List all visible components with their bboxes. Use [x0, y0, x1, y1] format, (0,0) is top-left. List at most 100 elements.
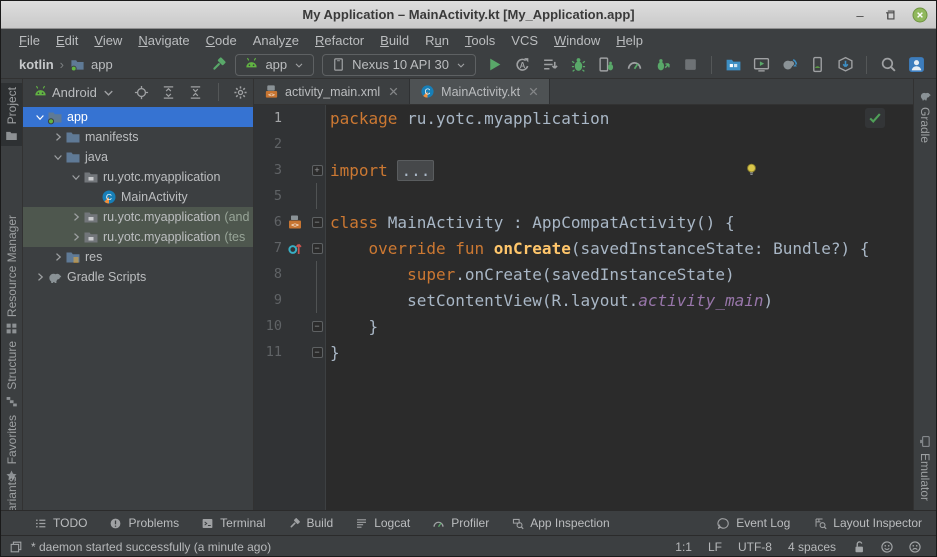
chevron-down-icon[interactable]	[101, 85, 116, 100]
sad-face-icon[interactable]	[908, 540, 922, 554]
apply-changes-button[interactable]	[540, 55, 560, 75]
play-button[interactable]	[484, 55, 504, 75]
tree-toggle-icon[interactable]	[69, 170, 83, 184]
fold-marker-icon[interactable]: +	[312, 165, 323, 176]
code-text[interactable]: class MainActivity : AppCompatActivity()…	[326, 213, 735, 232]
code-text[interactable]: package ru.yotc.myapplication	[326, 109, 609, 128]
stop-button[interactable]	[680, 55, 700, 75]
menu-item-code[interactable]: Code	[198, 33, 245, 48]
menu-item-vcs[interactable]: VCS	[503, 33, 546, 48]
tool-window-button-layout-inspector[interactable]: Layout Inspector	[814, 516, 922, 530]
line-separator[interactable]: LF	[708, 540, 722, 554]
project-view-selector[interactable]: Android	[52, 85, 97, 100]
tool-window-button-terminal[interactable]: Terminal	[201, 516, 265, 530]
indent-setting[interactable]: 4 spaces	[788, 540, 836, 554]
minimize-button[interactable]: –	[852, 7, 868, 23]
tree-item-java[interactable]: java	[23, 147, 253, 167]
tree-item-manifests[interactable]: manifests	[23, 127, 253, 147]
tree-item-gradle-scripts[interactable]: Gradle Scripts	[23, 267, 253, 287]
collapse-all-button[interactable]	[188, 84, 204, 100]
tree-toggle-icon[interactable]	[69, 230, 83, 244]
menu-item-edit[interactable]: Edit	[48, 33, 86, 48]
override-icon[interactable]	[287, 240, 303, 256]
stripe-item-gradle[interactable]: Gradle	[914, 85, 936, 147]
close-tab-icon[interactable]	[386, 84, 401, 99]
tree-item-mainactivity[interactable]: CMainActivity	[23, 187, 253, 207]
profiler-button[interactable]	[624, 55, 644, 75]
smiley-face-icon[interactable]	[880, 540, 894, 554]
running-devices-button[interactable]	[751, 55, 771, 75]
intention-bulb-icon[interactable]	[744, 162, 759, 177]
tree-item-res[interactable]: res	[23, 247, 253, 267]
profile-avatar-button[interactable]	[906, 55, 926, 75]
tool-window-button-build[interactable]: Build	[288, 516, 334, 530]
gradle-sync-button[interactable]	[779, 55, 799, 75]
maximize-button[interactable]	[882, 7, 898, 23]
lock-open-icon[interactable]	[852, 540, 866, 554]
stripe-item-project[interactable]: Project	[1, 83, 22, 146]
tool-window-button-event-log[interactable]: Event Log	[717, 516, 790, 530]
menu-item-run[interactable]: Run	[417, 33, 457, 48]
attach-debugger-button[interactable]	[596, 55, 616, 75]
caret-position[interactable]: 1:1	[675, 540, 692, 554]
inspection-status[interactable]	[865, 108, 885, 128]
expand-all-button[interactable]	[161, 84, 177, 100]
tool-window-button-problems[interactable]: Problems	[109, 516, 179, 530]
menu-item-help[interactable]: Help	[608, 33, 651, 48]
menu-item-tools[interactable]: Tools	[457, 33, 503, 48]
tree-item-app[interactable]: app	[23, 107, 253, 127]
close-circle-icon[interactable]	[912, 7, 928, 23]
menu-item-window[interactable]: Window	[546, 33, 608, 48]
debug-restart-button[interactable]	[652, 55, 672, 75]
tree-item-ru-yotc-myapplication[interactable]: ru.yotc.myapplication	[23, 167, 253, 187]
menu-item-view[interactable]: View	[86, 33, 130, 48]
code-text[interactable]: super.onCreate(savedInstanceState)	[326, 265, 735, 284]
sdk-manager-button[interactable]	[835, 55, 855, 75]
close-tab-icon[interactable]	[526, 84, 541, 99]
rerun-button[interactable]: A	[512, 55, 532, 75]
tool-window-button-app-inspection[interactable]: App Inspection	[511, 516, 609, 530]
breadcrumb-target[interactable]: app	[91, 57, 113, 72]
fold-marker-icon[interactable]: −	[312, 217, 323, 228]
fold-marker-icon[interactable]: −	[312, 321, 323, 332]
tree-toggle-icon[interactable]	[33, 270, 47, 284]
search-everywhere-button[interactable]	[878, 55, 898, 75]
locate-button[interactable]	[134, 84, 150, 100]
code-text[interactable]: setContentView(R.layout.activity_main)	[326, 291, 773, 310]
tree-item-ru-yotc-myapplication[interactable]: ru.yotc.myapplication(and	[23, 207, 253, 227]
tool-window-button-todo[interactable]: TODO	[34, 516, 87, 530]
tree-toggle-icon[interactable]	[33, 110, 47, 124]
tool-window-button-logcat[interactable]: Logcat	[355, 516, 410, 530]
menu-item-analyze[interactable]: Analyze	[245, 33, 307, 48]
stripe-item-structure[interactable]: Structure	[1, 337, 22, 412]
code-text[interactable]: }	[326, 343, 340, 362]
run-configuration-dropdown[interactable]: app	[235, 54, 314, 76]
menu-item-file[interactable]: File	[11, 33, 48, 48]
menu-item-refactor[interactable]: Refactor	[307, 33, 372, 48]
layout-gutter-icon[interactable]: <>	[287, 214, 303, 230]
fold-marker-icon[interactable]: −	[312, 243, 323, 254]
tree-toggle-icon[interactable]	[51, 150, 65, 164]
editor-tab-mainactivity-kt[interactable]: CMainActivity.kt	[410, 79, 550, 104]
editor-tab-activity-main-xml[interactable]: <>activity_main.xml	[254, 79, 410, 104]
code-editor[interactable]: 1package ru.yotc.myapplication23+import …	[254, 105, 913, 510]
tree-item-ru-yotc-myapplication[interactable]: ru.yotc.myapplication(tes	[23, 227, 253, 247]
device-manager-button[interactable]	[807, 55, 827, 75]
restore-icon[interactable]	[883, 8, 897, 22]
code-text[interactable]: import ...	[326, 161, 434, 180]
tree-toggle-icon[interactable]	[69, 210, 83, 224]
menu-item-navigate[interactable]: Navigate	[130, 33, 197, 48]
code-text[interactable]: override fun onCreate(savedInstanceState…	[326, 239, 869, 258]
stripe-item-emulator[interactable]: Emulator	[914, 431, 936, 505]
code-text[interactable]: }	[326, 317, 378, 336]
debug-button[interactable]	[568, 55, 588, 75]
hammer-icon[interactable]	[210, 56, 227, 73]
tree-toggle-icon[interactable]	[51, 250, 65, 264]
device-file-explorer-button[interactable]	[723, 55, 743, 75]
menu-item-build[interactable]: Build	[372, 33, 417, 48]
fold-marker-icon[interactable]: −	[312, 347, 323, 358]
tool-windows-icon[interactable]	[9, 540, 23, 554]
tool-window-button-profiler[interactable]: Profiler	[432, 516, 489, 530]
settings-button[interactable]	[233, 84, 249, 100]
stripe-item-build-variants[interactable]: Build Variants	[1, 472, 22, 510]
